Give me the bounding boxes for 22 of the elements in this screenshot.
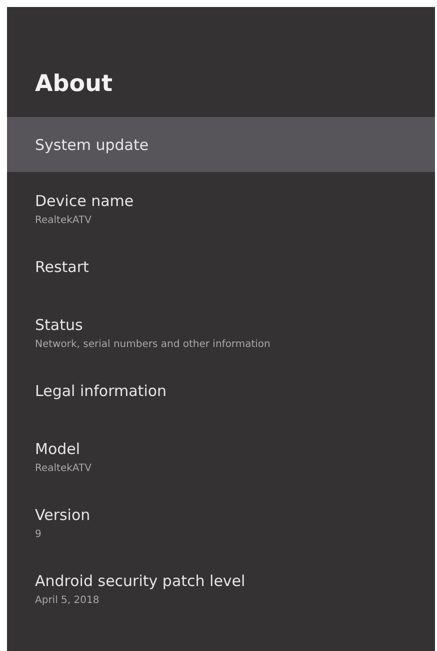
settings-item[interactable]: Restart	[7, 238, 435, 296]
item-title: Legal information	[35, 382, 168, 400]
item-title: Version	[35, 506, 92, 524]
settings-item[interactable]: Version 9	[7, 486, 435, 552]
item-title: Model	[35, 440, 82, 458]
settings-item[interactable]: Status Network, serial numbers and other information	[7, 296, 435, 362]
item-subtitle: RealtekATV	[35, 215, 92, 226]
settings-item[interactable]: Model RealtekATV	[7, 420, 435, 486]
item-subtitle: April 5, 2018	[35, 595, 100, 606]
page-title: About	[35, 71, 114, 97]
item-title: Status	[35, 316, 84, 334]
settings-item[interactable]: Device name RealtekATV	[7, 172, 435, 238]
item-title: System update	[35, 136, 150, 154]
item-title: Android security patch level	[35, 572, 246, 590]
item-subtitle: 9	[35, 529, 42, 540]
settings-item[interactable]: Android security patch level April 5, 2018	[7, 552, 435, 618]
settings-item[interactable]: System update	[7, 117, 435, 172]
item-subtitle: RealtekATV	[35, 463, 92, 474]
item-title: Restart	[35, 258, 90, 276]
item-title: Device name	[35, 192, 135, 210]
item-subtitle: Network, serial numbers and other information	[35, 339, 272, 350]
settings-item[interactable]: Legal information	[7, 362, 435, 420]
